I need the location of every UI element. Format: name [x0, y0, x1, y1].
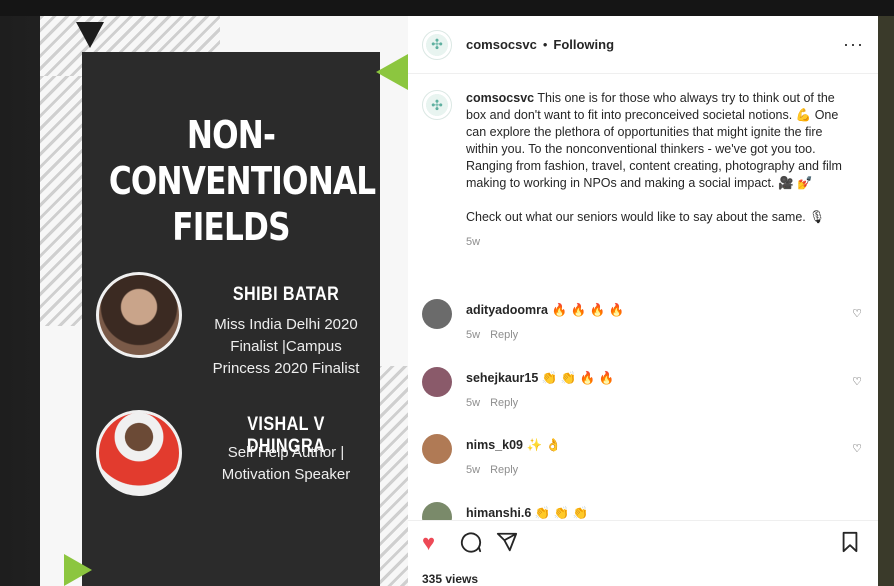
- poster-card: NON- CONVENTIONAL FIELDS SHIBI BATAR Mis…: [82, 52, 380, 586]
- person-desc-line: Miss India Delhi 2020: [214, 316, 358, 333]
- comment-username[interactable]: nims_k09: [466, 438, 523, 452]
- comment-like-icon[interactable]: ♡: [852, 442, 862, 455]
- triangle-decoration: [64, 554, 92, 586]
- post-actions: ♥: [408, 520, 878, 568]
- comment-text: 👏 👏 🔥 🔥: [541, 371, 615, 385]
- comment-username[interactable]: adityadoomra: [466, 303, 548, 317]
- more-options-icon[interactable]: ···: [843, 34, 864, 55]
- person-desc-line: Finalist |Campus: [230, 338, 342, 355]
- comment-like-icon[interactable]: ♡: [852, 375, 862, 388]
- person-card: VISHAL V DHINGRA Self Help Author | Moti…: [96, 410, 380, 500]
- comment-text: ✨ 👌: [526, 438, 562, 452]
- person-name: SHIBI BATAR: [232, 284, 340, 305]
- poster-title-line: FIELDS: [172, 205, 290, 249]
- person-desc-line: Princess 2020 Finalist: [212, 360, 360, 377]
- comment-avatar[interactable]: [422, 367, 452, 397]
- top-strip: [0, 0, 894, 16]
- poster-title-line: NON-: [186, 113, 276, 157]
- reply-button[interactable]: Reply: [490, 464, 518, 476]
- caption-avatar[interactable]: ✣: [422, 90, 452, 120]
- caption-text-2: Check out what our seniors would like to…: [466, 210, 826, 224]
- views-count: 335 views: [422, 572, 479, 586]
- person-photo: [96, 272, 182, 358]
- comment-icon[interactable]: [460, 531, 482, 558]
- caption-text: This one is for those who always try to …: [466, 91, 842, 190]
- poster-title-line: CONVENTIONAL: [108, 159, 376, 203]
- comment-username[interactable]: himanshi.6: [466, 506, 531, 520]
- caption-username[interactable]: comsocsvc: [466, 91, 534, 105]
- comment-time: 5w: [466, 397, 481, 409]
- post-image: NON- CONVENTIONAL FIELDS SHIBI BATAR Mis…: [40, 16, 408, 586]
- reply-button[interactable]: Reply: [490, 397, 518, 409]
- triangle-decoration: [376, 54, 408, 90]
- logo-icon: ✣: [431, 36, 443, 52]
- comment-time: 5w: [466, 329, 481, 341]
- comment-like-icon[interactable]: ♡: [852, 307, 862, 320]
- following-button[interactable]: Following: [553, 37, 614, 52]
- post-caption: ✣ comsocsvc This one is for those who al…: [422, 90, 862, 251]
- reply-button[interactable]: Reply: [490, 329, 518, 341]
- person-card: SHIBI BATAR Miss India Delhi 2020 Finali…: [96, 272, 380, 377]
- comment-text: 👏 👏 👏: [534, 506, 589, 520]
- person-photo: [96, 410, 182, 496]
- comment-avatar[interactable]: [422, 502, 452, 520]
- triangle-decoration: [76, 22, 104, 48]
- separator-dot: •: [542, 37, 548, 52]
- post-modal: NON- CONVENTIONAL FIELDS SHIBI BATAR Mis…: [40, 16, 878, 586]
- hatch-decoration: [40, 76, 84, 326]
- profile-avatar[interactable]: ✣: [422, 29, 452, 60]
- header-username[interactable]: comsocsvc: [466, 37, 537, 52]
- person-desc-line: Self Help Author |: [227, 444, 345, 461]
- poster-title: NON- CONVENTIONAL FIELDS: [108, 112, 376, 250]
- hatch-decoration: [378, 366, 408, 586]
- person-desc-line: Motivation Speaker: [221, 466, 351, 483]
- comment-avatar[interactable]: [422, 299, 452, 329]
- comment-text: 🔥 🔥 🔥 🔥: [551, 303, 625, 317]
- bookmark-icon[interactable]: [840, 531, 860, 558]
- post-header: ✣ comsocsvc • Following ···: [408, 16, 878, 74]
- heart-icon[interactable]: ♥: [422, 531, 435, 555]
- post-panel: ✣ comsocsvc • Following ··· ✣ comsocsvc …: [408, 16, 878, 586]
- caption-time: 5w: [466, 236, 481, 248]
- comment-avatar[interactable]: [422, 434, 452, 464]
- comment-time: 5w: [466, 464, 481, 476]
- share-icon[interactable]: [496, 531, 518, 558]
- logo-icon: ✣: [431, 96, 443, 113]
- comment-username[interactable]: sehejkaur15: [466, 371, 538, 385]
- person-desc: Miss India Delhi 2020 Finalist |Campus P…: [192, 314, 380, 380]
- comment-item: himanshi.6 👏 👏 👏: [422, 502, 862, 520]
- person-desc: Self Help Author | Motivation Speaker: [192, 442, 380, 486]
